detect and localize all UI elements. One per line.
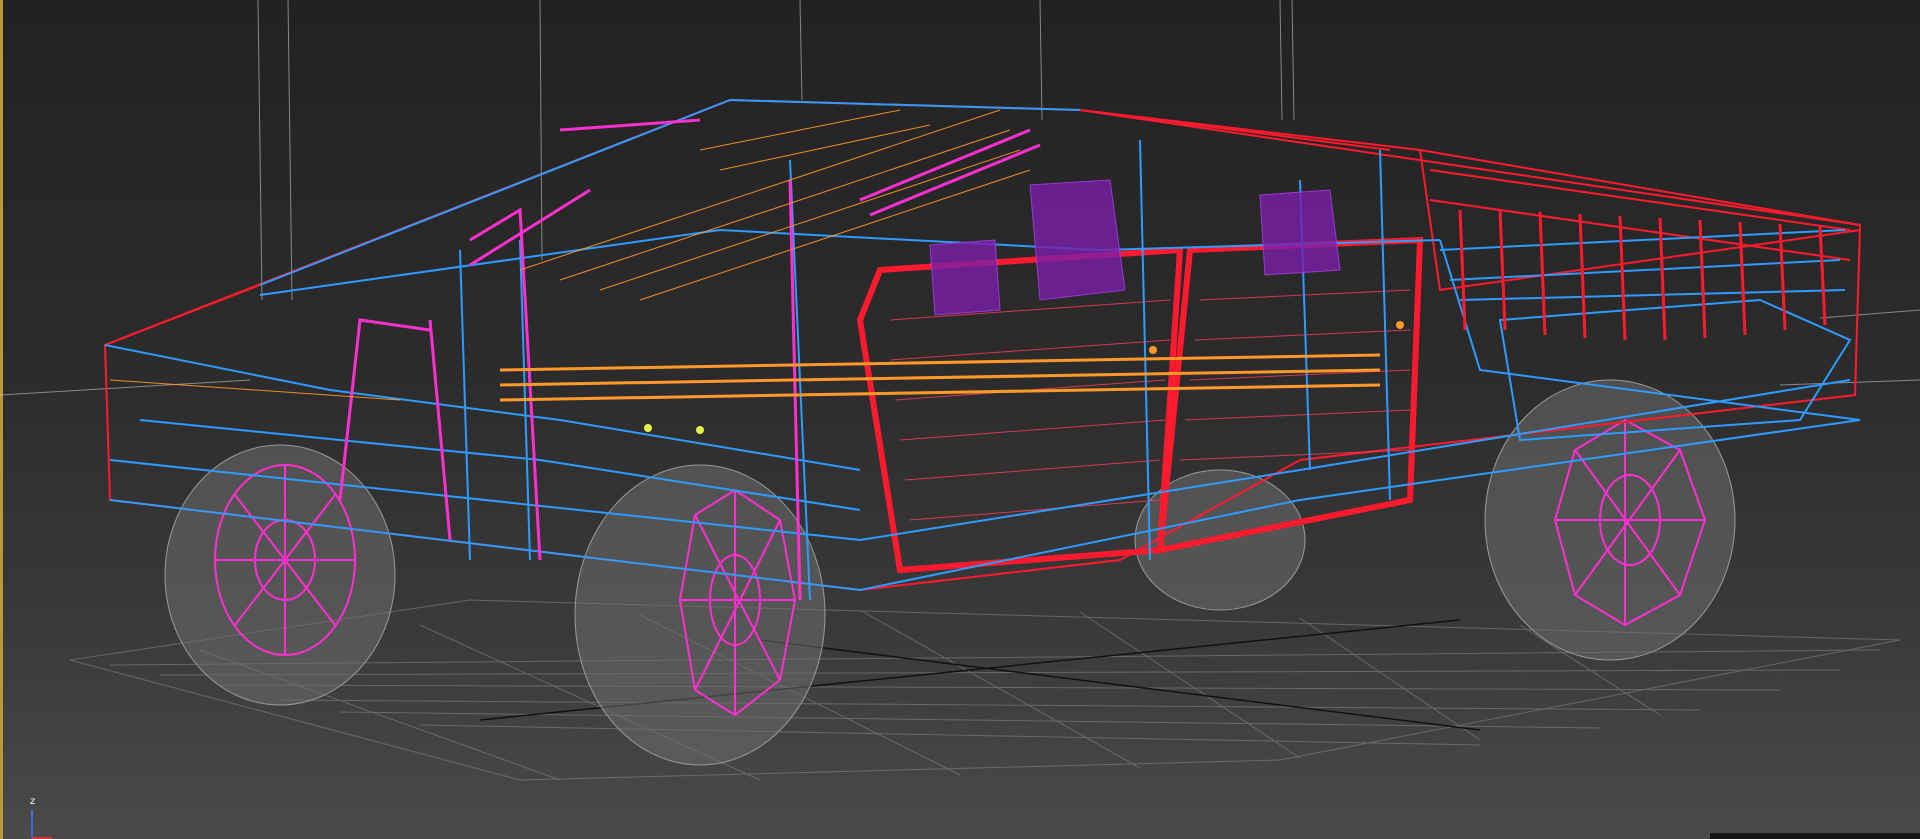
door-mesh — [889, 289, 1411, 521]
z-axis-label: z — [30, 796, 36, 807]
seat-front-left — [1029, 179, 1126, 301]
tire-front-left — [164, 444, 396, 706]
glass-lines — [109, 109, 1031, 401]
seat-rear — [1259, 189, 1341, 276]
rim-front-left — [214, 464, 356, 656]
axis-gizmo: z — [22, 796, 62, 839]
front-door — [856, 246, 1184, 574]
tire-front-right — [574, 464, 826, 766]
viewport-status-strip — [1710, 833, 1920, 839]
helper-lines — [0, 0, 1920, 396]
seat-front-right — [929, 239, 1001, 316]
seats — [929, 179, 1341, 316]
3d-viewport[interactable]: z — [0, 0, 1920, 839]
wireframe-scene[interactable] — [0, 0, 1920, 839]
